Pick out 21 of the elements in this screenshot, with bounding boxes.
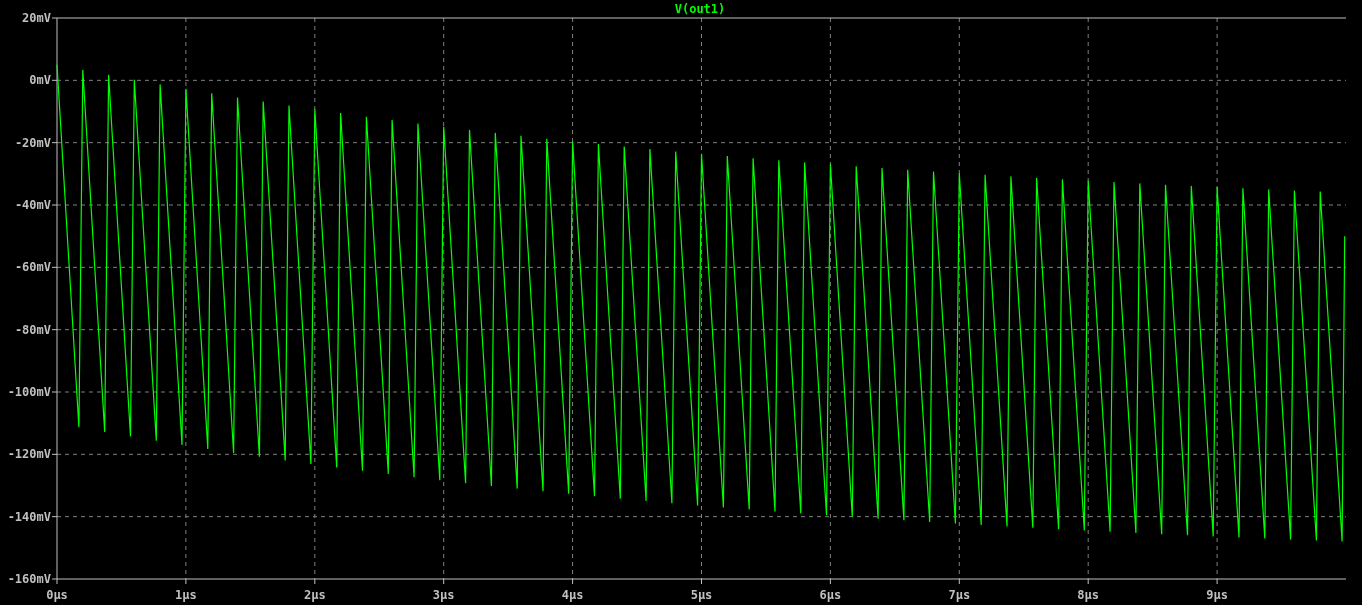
x-tick-label: 6µs: [819, 588, 842, 602]
x-tick-label: 0µs: [46, 588, 68, 602]
x-tick-label: 8µs: [1077, 588, 1100, 602]
y-tick-label: -40mV: [14, 198, 51, 212]
x-tick-label: 9µs: [1206, 588, 1228, 602]
y-tick-label: -100mV: [7, 385, 51, 399]
x-tick-label: 3µs: [432, 588, 455, 602]
y-tick-label: 0mV: [29, 73, 51, 88]
trace-label[interactable]: V(out1): [674, 2, 726, 16]
y-tick-label: -60mV: [14, 260, 51, 275]
y-tick-label: -80mV: [14, 322, 51, 337]
x-tick-label: 1µs: [175, 588, 197, 602]
x-tick-label: 5µs: [690, 588, 713, 602]
x-tick-label: 7µs: [948, 588, 971, 602]
y-tick-label: -160mV: [7, 572, 51, 586]
y-tick-label: -140mV: [7, 509, 51, 524]
y-tick-label: -120mV: [7, 447, 51, 462]
x-tick-label: 2µs: [303, 588, 326, 602]
y-tick-label: 20mV: [22, 11, 51, 25]
y-tick-label: -20mV: [14, 135, 51, 150]
x-tick-label: 4µs: [561, 588, 584, 602]
